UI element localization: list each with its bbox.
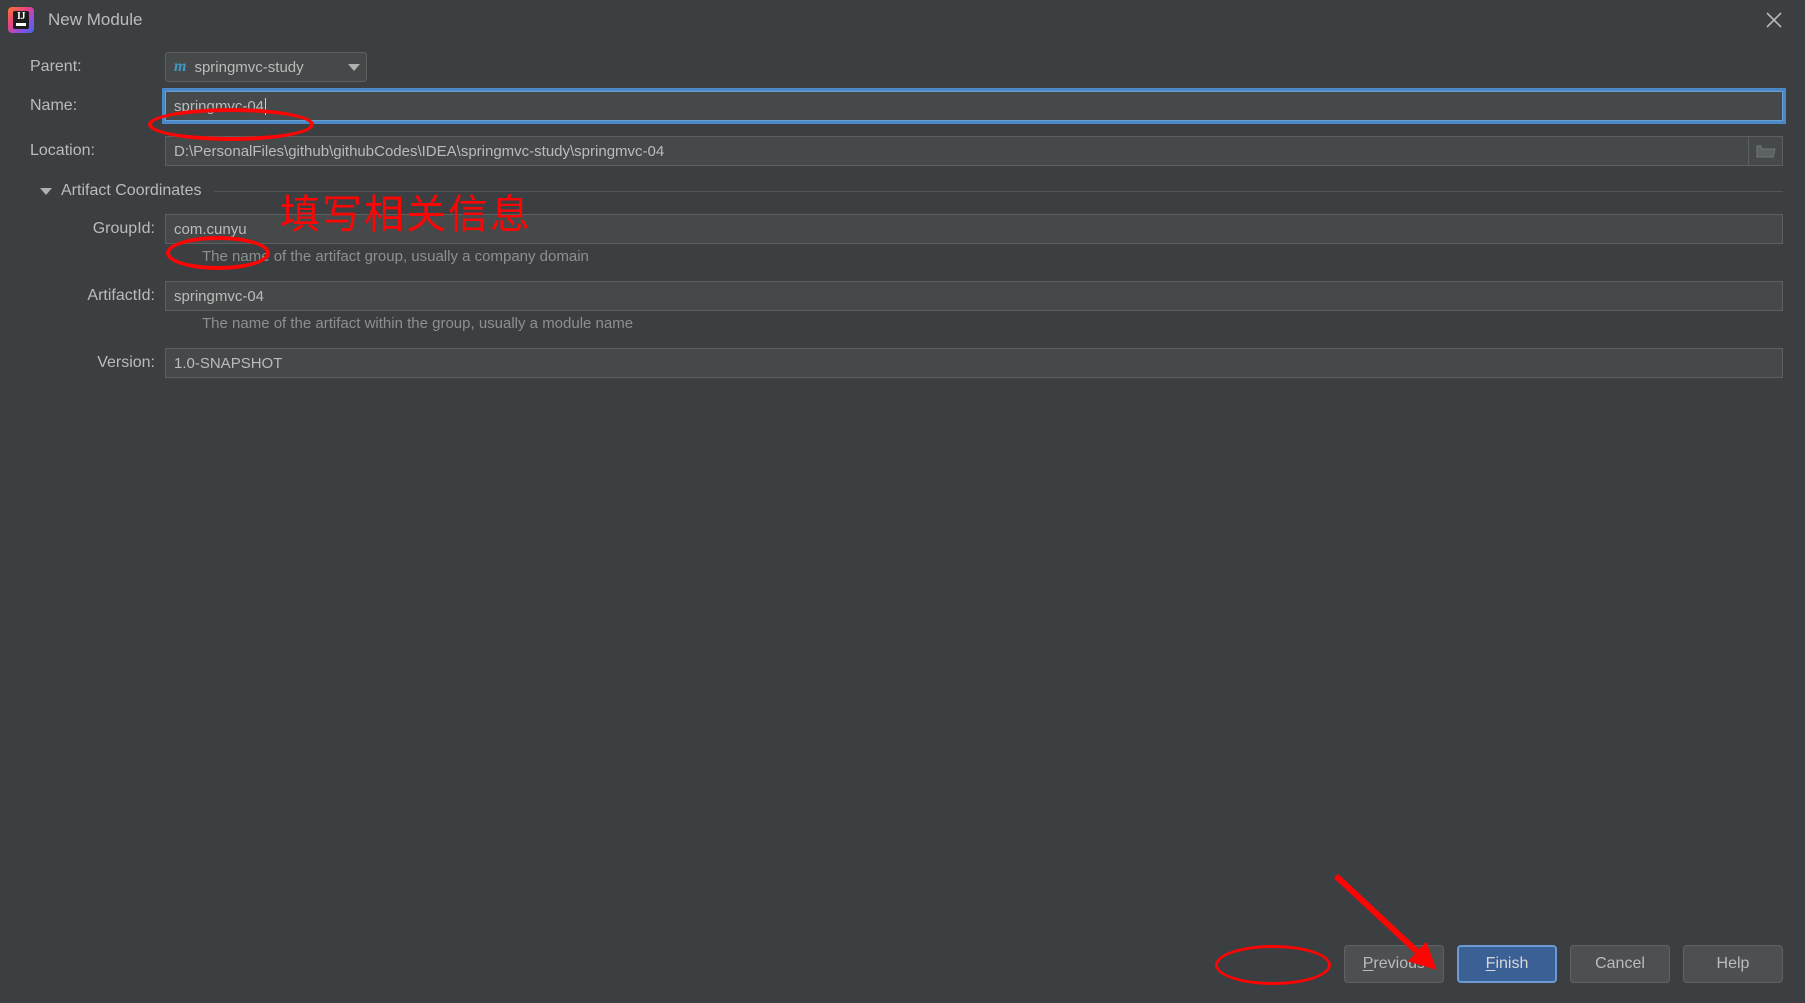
artifact-id-row: ArtifactId: springmvc-04 [30, 281, 1783, 311]
parent-select-value: springmvc-study [194, 58, 304, 76]
artifact-coordinates-section-header[interactable]: Artifact Coordinates [40, 182, 1783, 200]
location-input[interactable]: D:\PersonalFiles\github\githubCodes\IDEA… [165, 136, 1749, 166]
folder-icon[interactable] [1749, 136, 1783, 166]
artifact-id-input-value: springmvc-04 [174, 287, 265, 305]
window-title: New Module [48, 10, 143, 29]
new-module-form: Parent: m springmvc-study Name: springmv… [0, 40, 1805, 378]
version-row: Version: 1.0-SNAPSHOT [30, 348, 1783, 378]
name-label: Name: [30, 97, 78, 114]
name-input-value: springmvc-04 [174, 97, 265, 115]
triangle-down-icon[interactable] [40, 187, 52, 195]
previous-button[interactable]: Previous [1343, 945, 1444, 983]
close-icon[interactable] [1757, 3, 1791, 37]
window-titlebar: IJ New Module [0, 0, 1805, 40]
group-id-input-value: com.cunyu [174, 220, 247, 238]
artifact-id-label: ArtifactId: [87, 287, 155, 304]
version-label: Version: [97, 354, 155, 371]
version-input[interactable]: 1.0-SNAPSHOT [165, 348, 1783, 378]
location-label: Location: [30, 142, 95, 159]
parent-select[interactable]: m springmvc-study [165, 52, 367, 82]
group-id-hint: The name of the artifact group, usually … [202, 248, 589, 265]
intellij-idea-icon: IJ [8, 7, 34, 33]
section-divider [213, 190, 1783, 192]
chevron-down-icon [348, 63, 360, 71]
cancel-button[interactable]: Cancel [1570, 945, 1670, 983]
group-id-label: GroupId: [92, 220, 155, 237]
finish-button[interactable]: Finish [1457, 945, 1557, 983]
finish-button-mnemonic: F [1485, 955, 1496, 972]
version-input-value: 1.0-SNAPSHOT [174, 354, 283, 372]
previous-button-label: revious [1373, 955, 1425, 972]
artifact-id-input[interactable]: springmvc-04 [165, 281, 1783, 311]
group-id-row: GroupId: com.cunyu [30, 214, 1783, 244]
help-button[interactable]: Help [1683, 945, 1783, 983]
artifact-coordinates-title: Artifact Coordinates [61, 182, 202, 199]
artifact-id-hint: The name of the artifact within the grou… [202, 315, 634, 332]
group-id-input[interactable]: com.cunyu [165, 214, 1783, 244]
maven-module-icon: m [174, 58, 187, 75]
name-input[interactable]: springmvc-04 [162, 88, 1786, 124]
name-row: Name: springmvc-04 [30, 88, 1786, 124]
location-row: Location: D:\PersonalFiles\github\github… [30, 136, 1783, 166]
previous-button-mnemonic: P [1362, 955, 1374, 972]
dialog-footer: Previous Finish Cancel Help [1343, 945, 1783, 983]
parent-label: Parent: [30, 58, 82, 75]
highlight-ellipse-finish-button [1215, 945, 1331, 985]
location-input-value: D:\PersonalFiles\github\githubCodes\IDEA… [174, 142, 665, 160]
finish-button-label: inish [1495, 955, 1529, 972]
parent-row: Parent: m springmvc-study [30, 52, 1783, 82]
